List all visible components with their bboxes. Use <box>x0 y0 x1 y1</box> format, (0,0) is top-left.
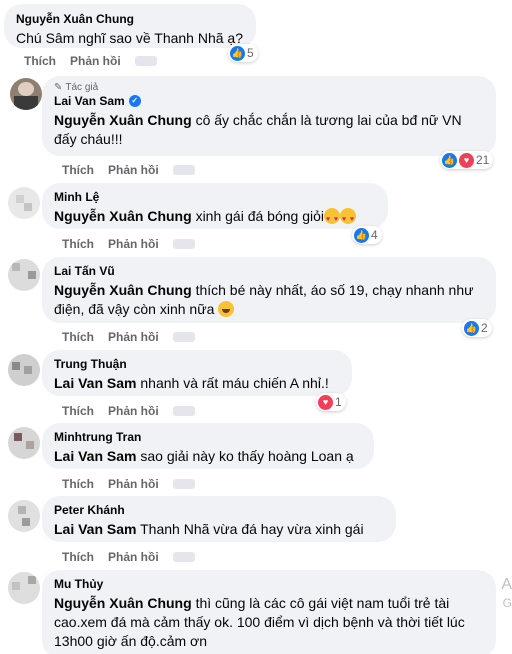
comment-actions: Thích Phản hồi <box>62 404 195 418</box>
comment-author[interactable]: Nguyễn Xuân Chung <box>16 11 244 27</box>
avatar[interactable] <box>10 78 42 110</box>
comment-text: Lai Van Sam nhanh và rất máu chiến A nhỉ… <box>54 375 329 391</box>
like-icon: 👍 <box>464 320 479 336</box>
like-button[interactable]: Thích <box>62 237 94 251</box>
like-button[interactable]: Thích <box>62 330 94 344</box>
reaction-summary[interactable]: 👍 2 <box>462 319 492 337</box>
comment-text: Chú Sâm nghĩ sao về Thanh Nhã ạ? <box>16 30 244 46</box>
comment-bubble: Nguyễn Xuân Chung Chú Sâm nghĩ sao về Th… <box>4 4 256 48</box>
comment-actions: Thích Phản hồi <box>62 330 195 344</box>
like-button[interactable]: Thích <box>62 477 94 491</box>
timestamp[interactable] <box>172 332 195 342</box>
edge-letter: G <box>502 596 512 610</box>
like-icon: 👍 <box>442 152 457 168</box>
edge-letter: A <box>501 576 512 593</box>
smile-emoji <box>218 301 235 317</box>
reply-button[interactable]: Phản hồi <box>108 477 159 491</box>
mention-link[interactable]: Nguyễn Xuân Chung <box>54 595 192 611</box>
comment-text: Nguyễn Xuân Chung xinh gái đá bóng giỏi <box>54 207 376 229</box>
reply-button[interactable]: Phản hồi <box>108 163 159 177</box>
avatar[interactable] <box>8 187 40 219</box>
avatar[interactable] <box>8 354 40 386</box>
reaction-count: 5 <box>247 46 254 60</box>
comment-author[interactable]: Trung Thuận <box>54 356 340 372</box>
reply-button[interactable]: Phản hồi <box>108 404 159 418</box>
comment-actions: Thích Phản hồi <box>62 237 195 251</box>
comment-actions: Thích Phản hồi <box>62 163 195 177</box>
mention-link[interactable]: Nguyễn Xuân Chung <box>54 208 192 224</box>
mention-link[interactable]: Lai Van Sam <box>54 448 136 464</box>
mention-link[interactable]: Lai Van Sam <box>54 375 136 391</box>
avatar[interactable] <box>8 427 40 459</box>
author-tag: ✎ Tác giả <box>54 82 99 93</box>
timestamp[interactable] <box>172 552 195 562</box>
mention-link[interactable]: Nguyễn Xuân Chung <box>54 112 192 128</box>
heart-eyes-emoji <box>340 208 356 229</box>
verified-icon: ✓ <box>128 95 141 107</box>
timestamp[interactable] <box>172 479 195 489</box>
like-icon: 👍 <box>230 45 245 61</box>
comment-author[interactable]: Lai Tấn Vũ <box>54 263 484 279</box>
comment-bubble: Peter Khánh Lai Van Sam Thanh Nhã vừa đá… <box>42 496 396 542</box>
comment-bubble: ✎ Tác giả Lai Van Sam ✓ Nguyễn Xuân Chung… <box>42 76 496 156</box>
comment-actions: Thích Phản hồi <box>62 477 195 491</box>
timestamp[interactable] <box>172 239 195 249</box>
timestamp[interactable] <box>172 406 195 416</box>
comment-actions: Thích Phản hồi <box>62 550 195 564</box>
mention-link[interactable]: Lai Van Sam <box>54 521 136 537</box>
avatar[interactable] <box>8 259 40 291</box>
comment-author[interactable]: Lai Van Sam <box>54 93 125 109</box>
like-icon: 👍 <box>354 227 369 243</box>
avatar[interactable] <box>8 500 40 532</box>
comment-text: Nguyễn Xuân Chung thì cũng là các cô gái… <box>54 595 465 649</box>
like-button[interactable]: Thích <box>62 550 94 564</box>
comment-text: Lai Van Sam sao giải này ko thấy hoàng L… <box>54 448 354 464</box>
reaction-count: 21 <box>476 153 490 167</box>
pen-icon: ✎ <box>54 82 63 93</box>
reaction-summary[interactable]: 👍 5 <box>228 44 258 62</box>
reaction-summary[interactable]: 👍 ♥ 21 <box>440 151 494 169</box>
mention-link[interactable]: Nguyễn Xuân Chung <box>54 282 192 298</box>
timestamp[interactable] <box>172 165 195 175</box>
like-button[interactable]: Thích <box>62 163 94 177</box>
comment-bubble: Minhtrung Tran Lai Van Sam sao giải này … <box>42 423 374 469</box>
avatar[interactable] <box>8 572 40 604</box>
comment-bubble: Lai Tấn Vũ Nguyễn Xuân Chung thích bé nà… <box>42 257 496 323</box>
reply-button[interactable]: Phản hồi <box>108 330 159 344</box>
reply-button[interactable]: Phản hồi <box>108 550 159 564</box>
comment-author[interactable]: Mu Thủy <box>54 576 484 592</box>
comment-text: Nguyễn Xuân Chung cô ấy chắc chắn là tươ… <box>54 112 462 147</box>
timestamp[interactable] <box>134 56 157 66</box>
comment-bubble: Trung Thuận Lai Van Sam nhanh và rất máu… <box>42 350 352 396</box>
reaction-summary[interactable]: ♥ 1 <box>316 393 346 411</box>
reaction-count: 1 <box>335 395 342 409</box>
reaction-count: 4 <box>371 228 378 242</box>
reply-button[interactable]: Phản hồi <box>108 237 159 251</box>
reaction-count: 2 <box>481 321 488 335</box>
heart-eyes-emoji <box>324 208 340 229</box>
love-icon: ♥ <box>459 152 474 168</box>
comment-author[interactable]: Minh Lệ <box>54 189 376 205</box>
reply-button[interactable]: Phản hồi <box>70 54 121 68</box>
comment-author[interactable]: Minhtrung Tran <box>54 429 362 445</box>
comment-author[interactable]: Peter Khánh <box>54 502 384 518</box>
comment-actions: Thích Phản hồi <box>24 54 157 68</box>
like-button[interactable]: Thích <box>24 54 56 68</box>
reaction-summary[interactable]: 👍 4 <box>352 226 382 244</box>
comment-text: Nguyễn Xuân Chung thích bé này nhất, áo … <box>54 282 474 317</box>
comment-bubble: Minh Lệ Nguyễn Xuân Chung xinh gái đá bó… <box>42 183 388 229</box>
comment-bubble: Mu Thủy Nguyễn Xuân Chung thì cũng là cá… <box>42 570 496 654</box>
comment-text: Lai Van Sam Thanh Nhã vừa đá hay vừa xin… <box>54 521 364 537</box>
love-icon: ♥ <box>318 394 333 410</box>
like-button[interactable]: Thích <box>62 404 94 418</box>
